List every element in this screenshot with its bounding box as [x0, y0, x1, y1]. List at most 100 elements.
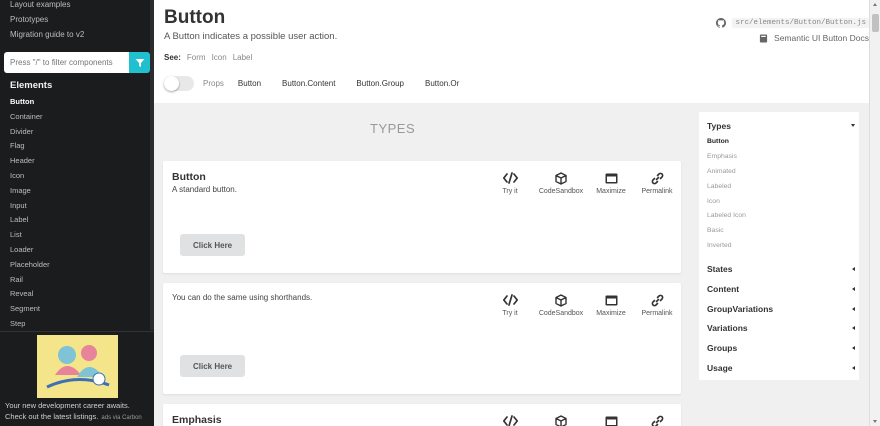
menu-section-label: Groups [707, 343, 738, 353]
sidebar-item-header[interactable]: Header [0, 154, 154, 169]
sidebar-item-image[interactable]: Image [0, 184, 154, 199]
tab-button[interactable]: Button [238, 79, 261, 88]
scroll-down-arrow-icon[interactable] [873, 420, 877, 423]
component-filter [4, 52, 150, 73]
menu-section-groups[interactable]: Groups [707, 343, 857, 353]
link-icon [651, 415, 663, 426]
semantic-docs-link[interactable]: Semantic UI Button Docs [759, 33, 869, 43]
sidebar: Layout examples Prototypes Migration gui… [0, 0, 154, 426]
sidebar-item-loader[interactable]: Loader [0, 243, 154, 258]
sidebar-item-reveal[interactable]: Reveal [0, 287, 154, 302]
sidebar-item-button[interactable]: Button [0, 95, 154, 110]
caret-left-icon [852, 307, 855, 311]
example-description: You can do the same using shorthands. [172, 293, 313, 302]
sidebar-link-migration-guide[interactable]: Migration guide to v2 [0, 27, 154, 42]
component-filter-input[interactable] [4, 52, 129, 73]
sidebar-link-prototypes[interactable]: Prototypes [0, 12, 154, 27]
see-link-label[interactable]: Label [233, 53, 253, 62]
menu-item-icon[interactable]: Icon [707, 198, 720, 205]
book-icon [759, 33, 768, 43]
menu-section-label: GroupVariations [707, 304, 774, 314]
sidebar-item-label[interactable]: Label [0, 213, 154, 228]
example-card: Button A standard button. Try it CodeSan… [163, 161, 681, 273]
menu-item-labeled[interactable]: Labeled [707, 183, 731, 190]
menu-section-label: Types [707, 121, 731, 131]
see-link-icon[interactable]: Icon [212, 53, 227, 62]
menu-section-group-variations[interactable]: GroupVariations [707, 304, 857, 314]
menu-item-animated[interactable]: Animated [707, 168, 736, 175]
tab-button-or[interactable]: Button.Or [425, 79, 459, 88]
sidebar-item-rail[interactable]: Rail [0, 273, 154, 288]
sidebar-link-layout-examples[interactable]: Layout examples [0, 0, 154, 12]
menu-item-inverted[interactable]: Inverted [707, 242, 732, 249]
sidebar-item-input[interactable]: Input [0, 199, 154, 214]
ad-image[interactable] [37, 335, 118, 398]
menu-item-basic[interactable]: Basic [707, 227, 724, 234]
scroll-up-arrow-icon[interactable] [873, 3, 877, 6]
tab-button-group[interactable]: Button.Group [356, 79, 404, 88]
example-toolbar: Try it CodeSandbox Maximize Permalink [495, 293, 679, 317]
codesandbox-button[interactable]: CodeSandbox [533, 171, 589, 195]
permalink-button[interactable]: Permalink [635, 293, 679, 317]
sidebar-item-flag[interactable]: Flag [0, 139, 154, 154]
menu-item-labeled-icon[interactable]: Labeled Icon [707, 212, 746, 219]
sidebar-item-step[interactable]: Step [0, 317, 154, 332]
sidebar-item-placeholder[interactable]: Placeholder [0, 258, 154, 273]
try-it-button[interactable] [495, 414, 525, 426]
main-scrollbar[interactable] [869, 0, 880, 426]
code-icon [502, 172, 518, 184]
menu-section-usage[interactable]: Usage [707, 363, 857, 373]
carbon-ad[interactable]: Your new development career awaits. Chec… [0, 331, 154, 426]
maximize-button[interactable]: Maximize [591, 171, 631, 195]
example-title: Emphasis [172, 414, 222, 426]
sidebar-item-container[interactable]: Container [0, 110, 154, 125]
page-title: Button [164, 7, 226, 28]
menu-section-label: States [707, 264, 733, 274]
permalink-label: Permalink [641, 188, 673, 195]
try-it-button[interactable]: Try it [495, 171, 525, 195]
link-icon [651, 294, 663, 306]
demo-click-here-button[interactable]: Click Here [180, 234, 246, 256]
menu-section-variations[interactable]: Variations [707, 323, 857, 333]
maximize-button[interactable] [591, 414, 631, 426]
example-description: A standard button. [172, 185, 237, 194]
cube-icon [555, 414, 567, 426]
cube-icon [555, 293, 567, 307]
caret-left-icon [852, 267, 855, 271]
demo-click-here-button[interactable]: Click Here [180, 355, 246, 377]
see-link-form[interactable]: Form [187, 53, 206, 62]
page-subtitle: A Button indicates a possible user actio… [164, 31, 338, 42]
permalink-button[interactable] [635, 414, 679, 426]
menu-item-button[interactable]: Button [707, 138, 729, 145]
github-icon [716, 18, 727, 28]
permalink-button[interactable]: Permalink [635, 171, 679, 195]
tab-button-content[interactable]: Button.Content [282, 79, 335, 88]
codesandbox-button[interactable]: CodeSandbox [533, 293, 589, 317]
example-toolbar: Try it CodeSandbox Maximize Permalink [495, 171, 679, 195]
ad-text[interactable]: Your new development career awaits. Chec… [5, 401, 154, 423]
codesandbox-button[interactable] [533, 414, 589, 426]
sidebar-item-list[interactable]: List [0, 228, 154, 243]
maximize-icon [605, 295, 617, 305]
props-toggle[interactable] [164, 76, 194, 91]
menu-section-content[interactable]: Content [707, 284, 857, 294]
sidebar-item-icon[interactable]: Icon [0, 169, 154, 184]
github-source-link[interactable]: src/elements/Button/Button.js [716, 18, 869, 28]
maximize-button[interactable]: Maximize [591, 293, 631, 317]
example-card: Emphasis [163, 404, 681, 426]
sidebar-item-divider[interactable]: Divider [0, 125, 154, 140]
filter-button[interactable] [129, 52, 150, 73]
menu-item-emphasis[interactable]: Emphasis [707, 153, 737, 160]
link-icon [651, 172, 663, 184]
ad-line-2: Check out the latest listings. ads via Ca… [5, 411, 142, 421]
caret-left-icon [852, 326, 855, 330]
try-it-button[interactable]: Try it [495, 293, 525, 317]
scroll-thumb[interactable] [872, 14, 879, 32]
menu-section-states[interactable]: States [707, 264, 857, 274]
sidebar-item-segment[interactable]: Segment [0, 302, 154, 317]
section-title-types: TYPES [370, 121, 416, 136]
menu-section-label: Variations [707, 323, 748, 333]
ad-via-carbon[interactable]: ads via Carbon [101, 415, 141, 421]
caret-left-icon [852, 346, 855, 350]
menu-section-types[interactable]: Types [707, 121, 857, 131]
